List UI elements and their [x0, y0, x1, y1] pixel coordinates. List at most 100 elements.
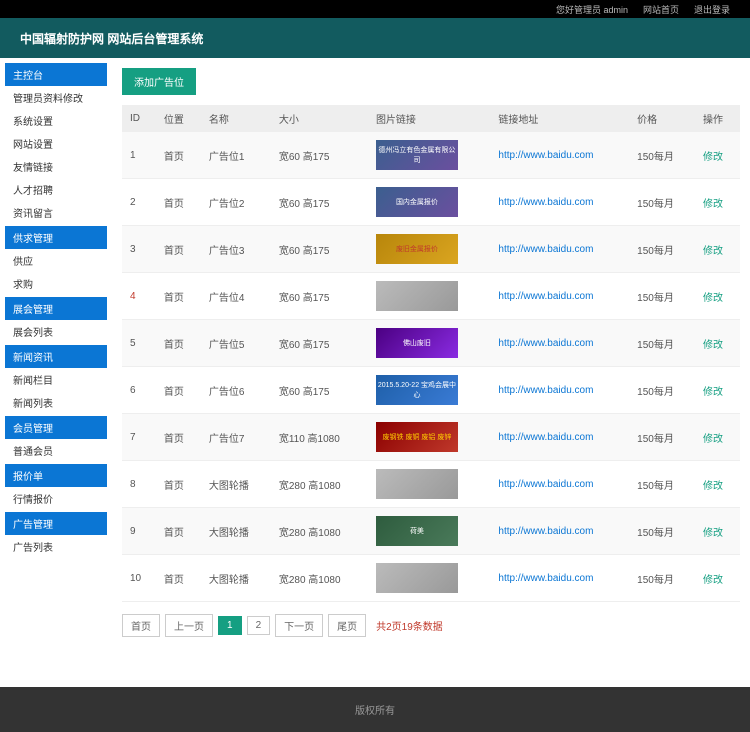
cell-size: 宽60 高175	[271, 320, 368, 367]
cell-action[interactable]: 修改	[695, 508, 740, 555]
cell-action[interactable]: 修改	[695, 273, 740, 320]
cell-url[interactable]: http://www.baidu.com	[490, 179, 629, 226]
page-2[interactable]: 2	[247, 616, 271, 635]
sidebar-header-6[interactable]: 广告管理	[5, 512, 107, 535]
cell-size: 宽280 高1080	[271, 461, 368, 508]
cell-img	[368, 461, 490, 508]
cell-url[interactable]: http://www.baidu.com	[490, 132, 629, 179]
cell-img: 德州冯立有色金属有限公司	[368, 132, 490, 179]
cell-size: 宽60 高175	[271, 179, 368, 226]
cell-img: 2015.5.20-22 宝鸡会展中心	[368, 367, 490, 414]
cell-size: 宽280 高1080	[271, 555, 368, 602]
cell-name: 大图轮播	[201, 508, 271, 555]
cell-img: 废钢铁 废铜 废铝 废锌	[368, 414, 490, 461]
sidebar-item-0-3[interactable]: 友情链接	[5, 155, 107, 178]
ad-thumbnail: 国内金属报价	[376, 187, 458, 217]
add-ad-button[interactable]: 添加广告位	[122, 68, 196, 95]
cell-name: 广告位6	[201, 367, 271, 414]
cell-name: 大图轮播	[201, 461, 271, 508]
sidebar-item-0-5[interactable]: 资讯留言	[5, 201, 107, 224]
header: 中国辐射防护网 网站后台管理系统	[0, 18, 750, 58]
cell-price: 150每月	[629, 414, 695, 461]
ad-table: ID位置名称大小图片链接链接地址价格操作 1首页广告位1宽60 高175德州冯立…	[122, 105, 740, 602]
cell-url[interactable]: http://www.baidu.com	[490, 555, 629, 602]
sidebar-item-2-0[interactable]: 展会列表	[5, 320, 107, 343]
cell-img: 佛山废旧	[368, 320, 490, 367]
table-row: 10首页大图轮播宽280 高1080http://www.baidu.com15…	[122, 555, 740, 602]
cell-id: 3	[122, 226, 156, 273]
cell-action[interactable]: 修改	[695, 555, 740, 602]
cell-url[interactable]: http://www.baidu.com	[490, 508, 629, 555]
sidebar-item-6-0[interactable]: 广告列表	[5, 535, 107, 558]
col-header-7: 操作	[695, 105, 740, 132]
cell-url[interactable]: http://www.baidu.com	[490, 461, 629, 508]
sidebar: 主控台管理员资料修改系统设置网站设置友情链接人才招聘资讯留言供求管理供应求购展会…	[0, 58, 112, 647]
cell-action[interactable]: 修改	[695, 179, 740, 226]
cell-pos: 首页	[156, 461, 201, 508]
cell-price: 150每月	[629, 273, 695, 320]
ad-thumbnail: 2015.5.20-22 宝鸡会展中心	[376, 375, 458, 405]
page-next[interactable]: 下一页	[275, 614, 323, 637]
sidebar-header-3[interactable]: 新闻资讯	[5, 345, 107, 368]
cell-id: 4	[122, 273, 156, 320]
sidebar-item-0-4[interactable]: 人才招聘	[5, 178, 107, 201]
cell-name: 广告位2	[201, 179, 271, 226]
col-header-2: 名称	[201, 105, 271, 132]
col-header-1: 位置	[156, 105, 201, 132]
cell-action[interactable]: 修改	[695, 461, 740, 508]
cell-action[interactable]: 修改	[695, 367, 740, 414]
cell-id: 9	[122, 508, 156, 555]
ad-thumbnail: 荷美	[376, 516, 458, 546]
sidebar-item-5-0[interactable]: 行情报价	[5, 487, 107, 510]
ad-thumbnail	[376, 281, 458, 311]
page-prev[interactable]: 上一页	[165, 614, 213, 637]
cell-size: 宽60 高175	[271, 132, 368, 179]
sidebar-item-0-1[interactable]: 系统设置	[5, 109, 107, 132]
cell-action[interactable]: 修改	[695, 226, 740, 273]
sidebar-item-1-0[interactable]: 供应	[5, 249, 107, 272]
pagination: 首页 上一页 1 2 下一页 尾页 共2页19条数据	[122, 614, 740, 637]
cell-url[interactable]: http://www.baidu.com	[490, 273, 629, 320]
ad-thumbnail: 废钢铁 废铜 废铝 废锌	[376, 422, 458, 452]
sidebar-header-4[interactable]: 会员管理	[5, 416, 107, 439]
table-row: 7首页广告位7宽110 高1080废钢铁 废铜 废铝 废锌http://www.…	[122, 414, 740, 461]
page-1[interactable]: 1	[218, 616, 242, 635]
ad-thumbnail: 废旧金属报价	[376, 234, 458, 264]
sidebar-header-2[interactable]: 展会管理	[5, 297, 107, 320]
topbar: 您好管理员 admin 网站首页 退出登录	[0, 0, 750, 18]
cell-price: 150每月	[629, 179, 695, 226]
cell-url[interactable]: http://www.baidu.com	[490, 320, 629, 367]
topbar-home[interactable]: 网站首页	[643, 3, 679, 16]
cell-action[interactable]: 修改	[695, 132, 740, 179]
topbar-logout[interactable]: 退出登录	[694, 3, 730, 16]
page-last[interactable]: 尾页	[328, 614, 366, 637]
cell-url[interactable]: http://www.baidu.com	[490, 367, 629, 414]
sidebar-header-5[interactable]: 报价单	[5, 464, 107, 487]
page-first[interactable]: 首页	[122, 614, 160, 637]
cell-id: 6	[122, 367, 156, 414]
cell-pos: 首页	[156, 508, 201, 555]
sidebar-item-0-2[interactable]: 网站设置	[5, 132, 107, 155]
cell-img	[368, 555, 490, 602]
cell-pos: 首页	[156, 179, 201, 226]
cell-pos: 首页	[156, 273, 201, 320]
cell-url[interactable]: http://www.baidu.com	[490, 226, 629, 273]
sidebar-item-3-0[interactable]: 新闻栏目	[5, 368, 107, 391]
sidebar-item-4-0[interactable]: 普通会员	[5, 439, 107, 462]
sidebar-item-0-0[interactable]: 管理员资料修改	[5, 86, 107, 109]
table-row: 3首页广告位3宽60 高175废旧金属报价http://www.baidu.co…	[122, 226, 740, 273]
cell-action[interactable]: 修改	[695, 320, 740, 367]
cell-pos: 首页	[156, 226, 201, 273]
table-row: 9首页大图轮播宽280 高1080荷美http://www.baidu.com1…	[122, 508, 740, 555]
cell-action[interactable]: 修改	[695, 414, 740, 461]
sidebar-header-1[interactable]: 供求管理	[5, 226, 107, 249]
cell-url[interactable]: http://www.baidu.com	[490, 414, 629, 461]
sidebar-header-0[interactable]: 主控台	[5, 63, 107, 86]
sidebar-item-1-1[interactable]: 求购	[5, 272, 107, 295]
sidebar-item-3-1[interactable]: 新闻列表	[5, 391, 107, 414]
main-content: 添加广告位 ID位置名称大小图片链接链接地址价格操作 1首页广告位1宽60 高1…	[112, 58, 750, 647]
cell-pos: 首页	[156, 367, 201, 414]
table-row: 8首页大图轮播宽280 高1080http://www.baidu.com150…	[122, 461, 740, 508]
cell-price: 150每月	[629, 461, 695, 508]
site-title: 中国辐射防护网 网站后台管理系统	[20, 30, 203, 47]
